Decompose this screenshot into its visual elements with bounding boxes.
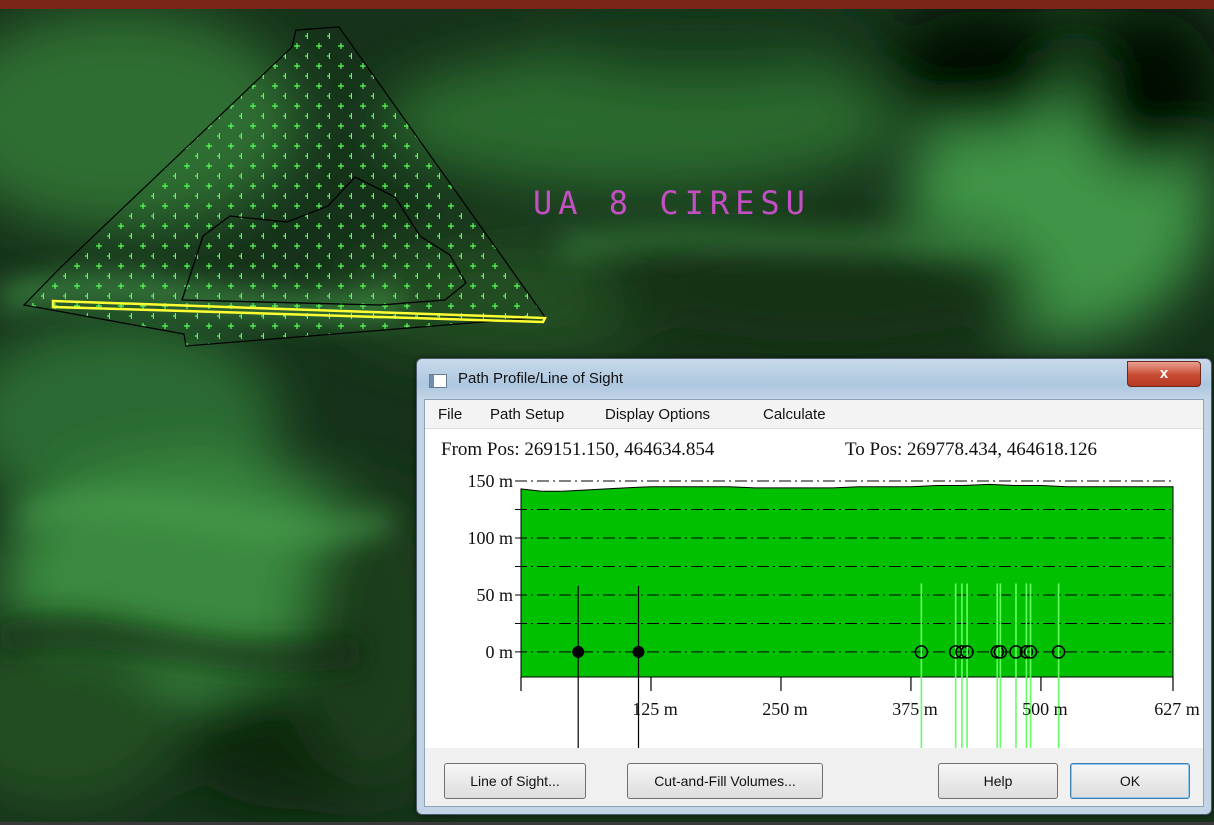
y-tick-label: 0 m bbox=[485, 642, 513, 662]
window-icon bbox=[429, 374, 447, 388]
elevation-profile-chart[interactable]: 0 m 50 m 100 m 150 m 125 m 250 m 375 m 500 m 627… bbox=[425, 429, 1203, 748]
line-of-sight-button[interactable]: Line of Sight... bbox=[444, 763, 586, 799]
profile-area[interactable] bbox=[520, 483, 1174, 678]
close-button[interactable]: x bbox=[1127, 361, 1201, 387]
dialog-titlebar[interactable]: Path Profile/Line of Sight x bbox=[417, 359, 1211, 399]
dialog-client: File Path Setup Display Options Calculat… bbox=[424, 399, 1204, 807]
map-label: UA 8 CIRESU bbox=[533, 184, 811, 222]
x-tick-label: 500 m bbox=[1022, 699, 1068, 719]
y-tick-label: 100 m bbox=[467, 528, 513, 548]
path-profile-dialog[interactable]: Path Profile/Line of Sight x File Path S… bbox=[416, 358, 1212, 815]
x-tick-label: 375 m bbox=[892, 699, 938, 719]
menu-calculate[interactable]: Calculate bbox=[763, 406, 826, 423]
station-marker[interactable] bbox=[572, 645, 585, 658]
cut-and-fill-volumes-button[interactable]: Cut-and-Fill Volumes... bbox=[627, 763, 823, 799]
help-button[interactable]: Help bbox=[938, 763, 1058, 799]
window-top-border bbox=[0, 0, 1214, 9]
profile-panel: From Pos: 269151.150, 464634.854 To Pos:… bbox=[425, 429, 1203, 748]
x-tick-label: 250 m bbox=[762, 699, 808, 719]
menu-bar: File Path Setup Display Options Calculat… bbox=[425, 400, 1203, 429]
y-tick-label: 150 m bbox=[467, 471, 513, 491]
ok-button[interactable]: OK bbox=[1070, 763, 1190, 799]
y-tick-label: 50 m bbox=[476, 585, 513, 605]
dialog-title: Path Profile/Line of Sight bbox=[458, 370, 624, 387]
station-marker[interactable] bbox=[632, 645, 645, 658]
x-tick-label: 627 m bbox=[1154, 699, 1200, 719]
menu-file[interactable]: File bbox=[438, 406, 462, 423]
x-tick-label: 125 m bbox=[632, 699, 678, 719]
menu-path-setup[interactable]: Path Setup bbox=[490, 406, 564, 423]
menu-display-options[interactable]: Display Options bbox=[605, 406, 710, 423]
